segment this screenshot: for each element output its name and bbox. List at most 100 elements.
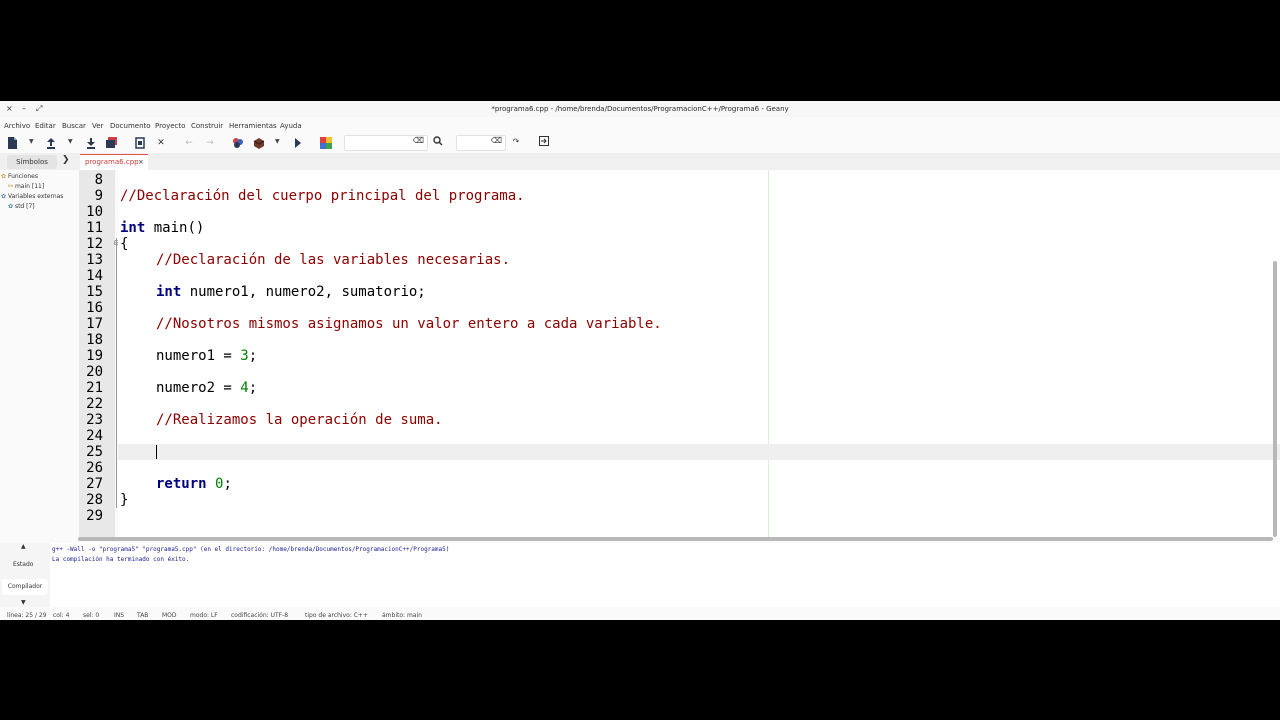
current-line-highlight bbox=[118, 444, 1280, 460]
status-mod: MOD bbox=[162, 612, 177, 619]
clear-icon[interactable]: ⌫ bbox=[491, 136, 502, 145]
code-text: numero1 = bbox=[156, 348, 241, 364]
line-number: 18 bbox=[86, 332, 103, 348]
compiler-message: g++ -Wall -o "programa5" "programa5.cpp"… bbox=[52, 546, 450, 553]
title-bar: × – ⤢ *programa6.cpp - /home/brenda/Docu… bbox=[0, 101, 1280, 117]
menu-documento[interactable]: Documento bbox=[110, 122, 151, 130]
menu-editar[interactable]: Editar bbox=[35, 122, 56, 130]
code-line-27: return 0; bbox=[156, 476, 232, 492]
open-file-icon[interactable] bbox=[45, 137, 57, 149]
search-icon[interactable] bbox=[432, 136, 444, 148]
chevron-up-icon[interactable]: ▲ bbox=[21, 543, 26, 550]
tree-item-main[interactable]: ⚯ main [11] bbox=[8, 183, 44, 190]
line-number: 28 bbox=[86, 492, 103, 508]
build-icon[interactable] bbox=[253, 137, 265, 149]
save-all-icon[interactable] bbox=[106, 137, 118, 149]
line-number: 16 bbox=[86, 300, 103, 316]
line-number: 17 bbox=[86, 316, 103, 332]
status-sel: sel: 0 bbox=[83, 612, 100, 619]
menu-bar: Archivo Editar Buscar Ver Documento Proy… bbox=[0, 118, 1280, 134]
vertical-scrollbar[interactable] bbox=[1273, 261, 1277, 537]
menu-buscar[interactable]: Buscar bbox=[62, 122, 86, 130]
code-text: ; bbox=[248, 348, 258, 364]
chevron-down-icon[interactable]: ▼ bbox=[29, 138, 34, 145]
tab-compilador[interactable]: Compilador bbox=[2, 579, 48, 595]
run-icon[interactable] bbox=[292, 137, 304, 149]
forward-icon[interactable]: → bbox=[204, 137, 216, 149]
status-mode: modo: LF bbox=[190, 612, 218, 619]
window-title: *programa6.cpp - /home/brenda/Documentos… bbox=[491, 105, 789, 113]
messages-tabs: ▲ Estado Compilador ▼ bbox=[0, 543, 50, 607]
fold-line bbox=[116, 238, 117, 508]
menu-construir[interactable]: Construir bbox=[191, 122, 223, 130]
code-line-15: int numero1, numero2, sumatorio; bbox=[156, 284, 426, 300]
compiler-message: La compilación ha terminado con éxito. bbox=[52, 556, 190, 563]
horizontal-scrollbar[interactable] bbox=[78, 537, 1273, 541]
line-number: 23 bbox=[86, 412, 103, 428]
keyword: int bbox=[120, 220, 146, 236]
menu-ver[interactable]: Ver bbox=[92, 122, 103, 130]
close-tab-icon[interactable]: × bbox=[138, 155, 144, 170]
tabs-row bbox=[0, 153, 1280, 170]
save-icon[interactable] bbox=[85, 137, 97, 149]
chevron-down-icon[interactable]: ▼ bbox=[68, 138, 73, 145]
messages-pane: g++ -Wall -o "programa5" "programa5.cpp"… bbox=[0, 543, 1280, 607]
line-number-gutter: 8 9 10 11 12 13 14 15 16 17 18 19 20 21 … bbox=[79, 170, 115, 538]
goto-line-input[interactable]: ⌫ bbox=[456, 135, 506, 151]
new-file-icon[interactable] bbox=[6, 137, 18, 149]
tab-label: programa6.cpp bbox=[85, 158, 139, 166]
code-line-12: { bbox=[120, 236, 129, 252]
back-icon[interactable]: ← bbox=[183, 137, 195, 149]
variable-group-icon: ✿ bbox=[1, 193, 7, 200]
chevron-down-icon[interactable]: ▼ bbox=[21, 599, 26, 606]
chevron-down-icon[interactable]: ▼ bbox=[275, 138, 280, 145]
code-line-23: //Realizamos la operación de suma. bbox=[156, 412, 443, 428]
code-line-9: //Declaración del cuerpo principal del p… bbox=[120, 188, 525, 204]
status-bar: línea: 25 / 29 col: 4 sel: 0 INS TAB MOD… bbox=[0, 610, 1280, 620]
tree-item-std[interactable]: ✿ std [7] bbox=[8, 203, 35, 210]
status-line: línea: 25 / 29 bbox=[7, 612, 47, 619]
jump-to-line-icon[interactable]: ↷ bbox=[510, 136, 522, 148]
code-text: numero2 = bbox=[156, 380, 241, 396]
text-cursor bbox=[156, 445, 157, 459]
tab-programa6-cpp[interactable]: programa6.cpp × bbox=[80, 154, 148, 170]
code-line-11: int main() bbox=[120, 220, 204, 236]
status-filetype: tipo de archivo: C++ bbox=[305, 612, 368, 619]
tab-estado[interactable]: Estado bbox=[13, 561, 33, 568]
color-chooser-icon[interactable] bbox=[320, 137, 332, 149]
search-input[interactable]: ⌫ bbox=[344, 135, 428, 151]
function-icon: ⚯ bbox=[8, 183, 14, 190]
line-number: 24 bbox=[86, 428, 103, 444]
menu-archivo[interactable]: Archivo bbox=[4, 122, 30, 130]
line-number: 14 bbox=[86, 268, 103, 284]
tab-simbolos[interactable]: Símbolos bbox=[7, 155, 57, 169]
status-tab: TAB bbox=[137, 612, 149, 619]
tree-node-funciones[interactable]: ✿ Funciones bbox=[1, 173, 38, 180]
quit-icon[interactable] bbox=[538, 136, 550, 148]
toolbar: ▼ ▼ ✕ ← → ▼ bbox=[0, 134, 1280, 152]
code-line-13: //Declaración de las variables necesaria… bbox=[156, 252, 511, 268]
line-number: 27 bbox=[86, 476, 103, 492]
geany-window: × – ⤢ *programa6.cpp - /home/brenda/Docu… bbox=[0, 101, 1280, 620]
code-text: ; bbox=[223, 476, 232, 492]
line-number: 10 bbox=[86, 204, 103, 220]
number-literal: 4 bbox=[240, 380, 249, 396]
code-editor[interactable]: //Declaración del cuerpo principal del p… bbox=[118, 170, 1280, 538]
code-text: numero1, numero2, sumatorio; bbox=[181, 284, 426, 300]
line-number: 21 bbox=[86, 380, 103, 396]
clear-icon[interactable]: ⌫ bbox=[413, 136, 424, 145]
menu-proyecto[interactable]: Proyecto bbox=[155, 122, 185, 130]
chevron-right-icon[interactable]: ❯ bbox=[62, 155, 70, 165]
function-group-icon: ✿ bbox=[1, 173, 7, 180]
status-ins: INS bbox=[114, 612, 125, 619]
code-line-19: numero1 = 3; bbox=[156, 348, 257, 364]
revert-icon[interactable] bbox=[134, 137, 146, 149]
long-line-marker bbox=[768, 170, 769, 538]
line-number: 19 bbox=[86, 348, 103, 364]
menu-herramientas[interactable]: Herramientas bbox=[229, 122, 277, 130]
close-icon[interactable]: ✕ bbox=[155, 137, 167, 149]
compile-icon[interactable] bbox=[232, 137, 244, 149]
status-scope: ámbito: main bbox=[382, 612, 422, 619]
tree-node-variables-externas[interactable]: ✿ Variables externas bbox=[1, 193, 63, 200]
menu-ayuda[interactable]: Ayuda bbox=[280, 122, 302, 130]
